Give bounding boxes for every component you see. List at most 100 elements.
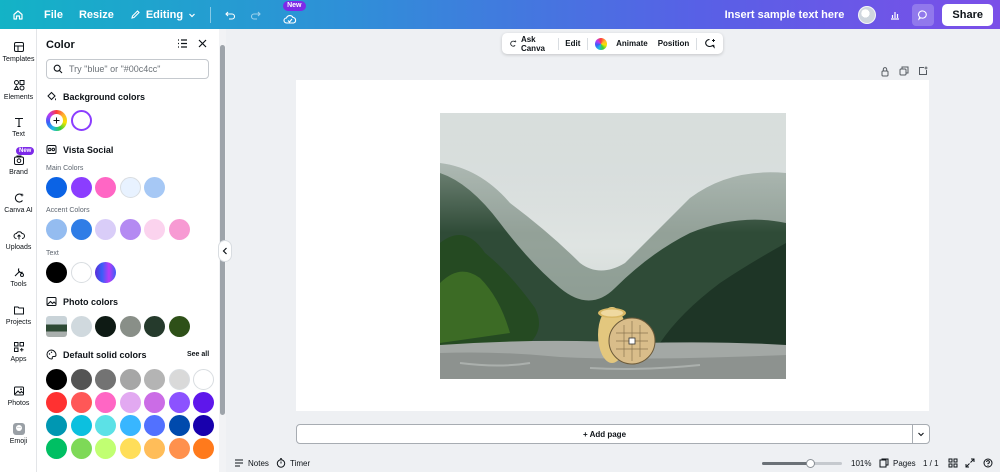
add-color-button[interactable] — [46, 110, 67, 131]
color-swatch[interactable] — [168, 316, 190, 337]
resize-button[interactable]: Resize — [71, 0, 122, 29]
color-swatch[interactable] — [70, 415, 92, 436]
color-swatch[interactable] — [144, 316, 165, 337]
fullscreen-button[interactable] — [965, 458, 975, 470]
close-panel-button[interactable] — [197, 38, 208, 52]
gradient-swatch[interactable] — [95, 262, 116, 283]
color-swatch[interactable] — [168, 392, 190, 413]
color-swatch[interactable] — [46, 177, 67, 198]
color-swatch[interactable] — [46, 438, 67, 459]
color-search-field[interactable] — [46, 59, 209, 79]
forest-photo[interactable] — [440, 113, 786, 379]
color-swatch[interactable] — [168, 369, 190, 390]
editing-mode-dropdown[interactable]: Editing — [122, 0, 204, 29]
color-swatch[interactable] — [193, 438, 214, 459]
color-picker-button[interactable] — [588, 33, 611, 54]
add-page-icon-button[interactable] — [916, 64, 930, 78]
color-swatch[interactable] — [46, 262, 67, 283]
comments-button[interactable] — [912, 3, 935, 26]
color-swatch[interactable] — [144, 177, 165, 198]
color-swatch[interactable] — [70, 316, 92, 337]
color-swatch[interactable] — [46, 219, 67, 240]
animate-button[interactable]: Animate — [611, 33, 653, 54]
rail-item-apps[interactable]: Apps — [0, 341, 37, 363]
color-swatch[interactable] — [46, 415, 67, 436]
add-page-options-button[interactable] — [912, 424, 930, 444]
color-swatch[interactable] — [95, 369, 116, 390]
color-swatch[interactable] — [46, 392, 67, 413]
see-all-link[interactable]: See all — [187, 351, 209, 358]
color-swatch[interactable] — [70, 262, 92, 283]
color-swatch[interactable] — [193, 369, 214, 390]
color-swatch[interactable] — [168, 438, 190, 459]
insert-sample-text-button[interactable]: Insert sample text here — [725, 9, 845, 21]
color-swatch[interactable] — [119, 438, 141, 459]
color-swatch[interactable] — [144, 219, 165, 240]
color-swatch[interactable] — [119, 219, 141, 240]
zoom-slider-thumb[interactable] — [805, 459, 815, 468]
rail-item-brand[interactable]: New Brand — [0, 147, 37, 176]
color-swatch[interactable] — [144, 392, 165, 413]
grid-view-button[interactable] — [948, 458, 958, 470]
color-swatch[interactable] — [70, 219, 92, 240]
ask-canva-button[interactable]: Ask Canva — [502, 33, 558, 54]
color-swatch[interactable] — [144, 415, 165, 436]
rail-item-text[interactable]: Text — [0, 116, 37, 138]
photo-thumbnail[interactable] — [46, 316, 67, 337]
rail-item-projects[interactable]: Projects — [0, 304, 37, 326]
add-page-button[interactable]: + Add page — [296, 424, 913, 444]
lock-page-button[interactable] — [878, 64, 892, 78]
color-swatch[interactable] — [144, 369, 165, 390]
color-swatch[interactable] — [168, 415, 190, 436]
rail-item-photos[interactable]: Photos — [0, 385, 37, 407]
color-swatch[interactable] — [168, 219, 190, 240]
timer-button[interactable]: Timer — [276, 458, 310, 468]
home-button[interactable] — [0, 0, 36, 29]
pages-button[interactable]: Pages — [879, 458, 916, 468]
color-swatch[interactable] — [46, 369, 67, 390]
color-swatch[interactable] — [95, 415, 116, 436]
color-swatch[interactable] — [119, 177, 141, 198]
color-swatch[interactable] — [95, 177, 116, 198]
redo-button[interactable] — [243, 0, 269, 29]
color-swatch[interactable] — [95, 392, 116, 413]
rail-item-templates[interactable]: Templates — [0, 41, 37, 63]
rail-item-canva-ai[interactable]: Canva AI — [0, 192, 37, 214]
insights-button[interactable] — [884, 4, 906, 26]
add-comment-button[interactable] — [697, 33, 723, 54]
scrollbar-thumb[interactable] — [220, 45, 225, 415]
color-swatch[interactable] — [95, 316, 116, 337]
selected-background-swatch[interactable] — [71, 110, 92, 131]
color-swatch[interactable] — [119, 316, 141, 337]
color-swatch[interactable] — [70, 438, 92, 459]
color-swatch[interactable] — [70, 177, 92, 198]
color-swatch[interactable] — [95, 438, 116, 459]
notes-button[interactable]: Notes — [234, 458, 269, 468]
zoom-slider[interactable] — [762, 459, 842, 468]
color-swatch[interactable] — [193, 415, 214, 436]
edit-button[interactable]: Edit — [558, 33, 587, 54]
color-swatch[interactable] — [144, 438, 165, 459]
save-status-button[interactable]: New — [275, 0, 306, 29]
color-swatch[interactable] — [193, 392, 214, 413]
color-swatch[interactable] — [95, 219, 116, 240]
duplicate-page-button[interactable] — [897, 64, 911, 78]
rail-item-elements[interactable]: Elements — [0, 79, 37, 101]
color-search-input[interactable] — [69, 64, 199, 74]
undo-button[interactable] — [217, 0, 243, 29]
color-swatch[interactable] — [70, 392, 92, 413]
collapse-panel-button[interactable] — [218, 240, 232, 262]
color-swatch[interactable] — [70, 369, 92, 390]
color-swatch[interactable] — [119, 369, 141, 390]
help-button[interactable] — [983, 458, 993, 470]
rail-item-emoji[interactable]: Emoji — [0, 423, 37, 445]
zoom-level[interactable]: 101% — [851, 459, 871, 468]
color-swatch[interactable] — [119, 392, 141, 413]
color-swatch[interactable] — [119, 415, 141, 436]
list-view-button[interactable] — [177, 38, 188, 52]
rail-item-uploads[interactable]: Uploads — [0, 229, 37, 251]
rail-item-tools[interactable]: Tools — [0, 266, 37, 288]
share-button[interactable]: Share — [942, 3, 993, 26]
avatar[interactable] — [858, 5, 877, 24]
position-button[interactable]: Position — [653, 33, 697, 54]
